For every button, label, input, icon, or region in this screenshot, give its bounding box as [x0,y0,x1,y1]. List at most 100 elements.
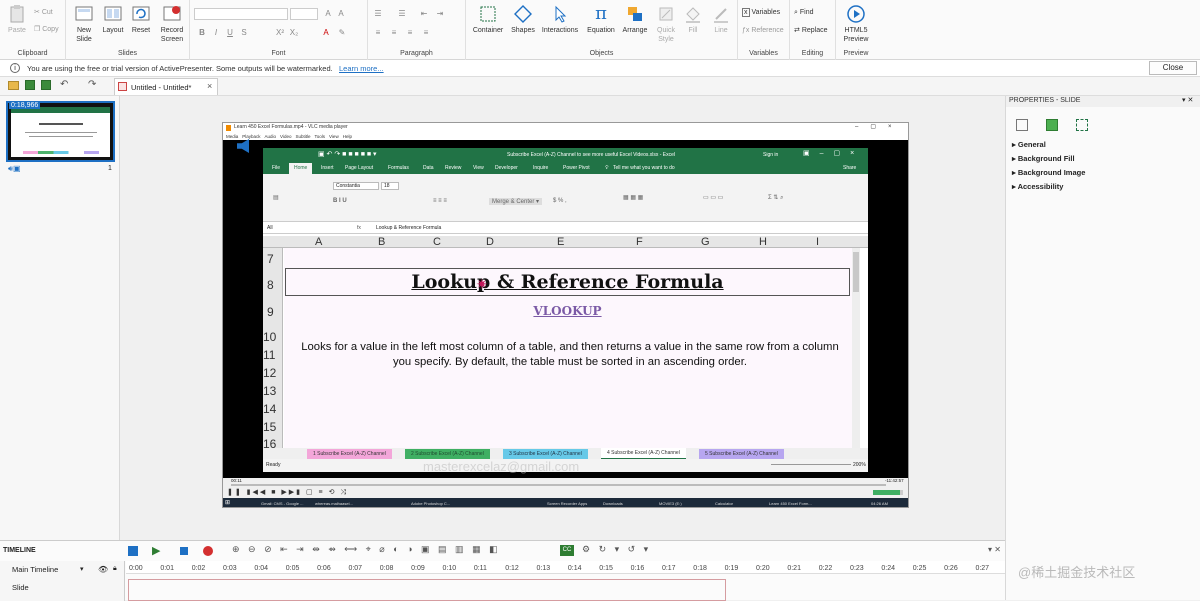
strike-icon[interactable]: S [238,28,250,38]
windows-start-icon[interactable]: ⊞ [225,498,230,507]
vlc-menu-item[interactable]: Media [226,134,238,139]
vlc-menu-item[interactable]: Help [343,134,352,139]
vertical-scrollbar[interactable] [852,248,860,448]
font-size-select[interactable] [290,8,318,20]
layout-button[interactable]: Layout [100,4,126,35]
name-box[interactable]: All [267,225,273,231]
timeline-tools-icons-2[interactable]: ⚙ ↻ ▾ ↺ ▾ [582,544,651,555]
text-color-icon[interactable]: A [320,28,332,38]
stop-icon[interactable] [180,547,188,555]
paste-button[interactable]: Paste [6,4,28,35]
taskbar-item[interactable]: Downloads [603,498,623,507]
align-center-icon[interactable]: ≡ [388,28,400,38]
underline-icon[interactable]: U [224,28,236,38]
timeline-slide-track[interactable] [128,579,726,601]
copy-button[interactable]: ❐ Copy [34,25,59,35]
interactions-button[interactable]: Interactions [538,4,582,35]
sheet-tab[interactable]: 1 Subscribe Excel (A-Z) Channel [307,449,392,459]
properties-section-background-fill[interactable]: ▸ Background Fill [1012,154,1075,163]
excel-tab-view[interactable]: View [473,162,484,174]
italic-icon[interactable]: I [210,28,222,38]
vlc-menu-item[interactable]: Playback [242,134,260,139]
column-header[interactable]: F [636,236,643,248]
save-icon[interactable] [25,80,35,90]
taskbar-item[interactable]: Learn 450 Excel Form... [769,498,812,507]
bold-icon[interactable]: B [196,28,208,38]
row-header[interactable]: 14 [263,402,276,416]
tell-me-box[interactable]: Tell me what you want to do [613,162,675,174]
subscript-icon[interactable]: X₂ [288,28,300,38]
vlc-volume-bar[interactable] [873,490,903,495]
row-header[interactable]: 13 [263,384,276,398]
row-header[interactable]: 12 [263,366,276,380]
cut-button[interactable]: ✂ Cut [34,8,53,18]
equation-button[interactable]: π Equation [584,4,618,35]
excel-font-name-box[interactable]: Constantia [333,182,379,190]
justify-icon[interactable]: ≡ [420,28,432,38]
sign-in-link[interactable]: Sign in [763,152,778,158]
sheet-tab[interactable]: 2 Subscribe Excel (A-Z) Channel [405,449,490,459]
worksheet-grid[interactable]: Lookup & Reference Formula ✷ VLOOKUP Loo… [284,248,860,448]
column-header[interactable]: B [378,236,385,248]
excel-tab-inquire[interactable]: Inquire [533,162,548,174]
open-folder-icon[interactable] [8,81,19,90]
slide[interactable]: Learn 450 Excel Formulas.mp4 - VLC media… [222,122,909,508]
vertical-scroll-thumb[interactable] [853,252,859,292]
record-icon[interactable] [128,546,138,556]
excel-merge-center-icon[interactable]: Merge & Center ▾ [489,198,543,205]
sheet-tab[interactable]: 3 Subscribe Excel (A-Z) Channel [503,449,588,459]
size-properties-icon[interactable] [1076,119,1088,131]
lock-icon[interactable]: 🔒︎ [113,565,117,573]
excel-window-controls-icon[interactable]: ▣–▢× [803,149,864,157]
taskbar-item[interactable]: Screen Recorder Apps [547,498,587,507]
main-timeline-dropdown-icon[interactable]: ▾ [80,565,84,573]
main-timeline-select[interactable]: Main Timeline [12,565,58,574]
visibility-icon[interactable]: 👁︎ [98,565,108,574]
heading-cell[interactable]: Lookup & Reference Formula [285,268,850,296]
record-screen-button[interactable]: Record Screen [156,4,188,44]
row-header[interactable]: 15 [263,420,276,434]
vlc-menu-item[interactable]: Subtitle [295,134,310,139]
excel-cells-icons[interactable]: ▭ ▭ ▭ [703,194,723,201]
html5-preview-button[interactable]: HTML5 Preview [838,4,874,44]
zoom-slider[interactable] [771,464,851,465]
close-tab-icon[interactable]: × [207,81,212,91]
superscript-icon[interactable]: X² [274,28,286,38]
replace-button[interactable]: ⇄ Replace [794,26,828,36]
row-header[interactable]: 9 [267,305,274,319]
excel-align-icons[interactable]: ≡ ≡ ≡ [433,198,447,204]
arrange-button[interactable]: Arrange [618,4,652,35]
row-header[interactable]: 11 [263,348,275,362]
align-right-icon[interactable]: ≡ [404,28,416,38]
taskbar-item[interactable]: Adobe Photoshop C... [411,498,450,507]
excel-tab-page-layout[interactable]: Page Layout [345,162,373,174]
fill-button[interactable]: Fill [680,4,706,35]
quick-style-button[interactable]: Quick Style [652,4,680,44]
shapes-button[interactable]: Shapes [508,4,538,35]
shrink-font-icon[interactable]: A [335,9,347,19]
align-left-icon[interactable]: ≡ [372,28,384,38]
new-slide-button[interactable]: New Slide [70,4,98,44]
row-header[interactable]: 10 [263,330,276,344]
column-header[interactable]: H [759,236,767,248]
taskbar-item[interactable]: Calculator [715,498,733,507]
excel-styles-icons[interactable]: ▦ ▦ ▦ [623,194,643,201]
background-properties-icon[interactable] [1046,119,1058,131]
vlc-seek-bar[interactable] [231,484,886,486]
excel-paste-icon[interactable]: ▤ [273,194,279,201]
slide-properties-icon[interactable] [1016,119,1028,131]
learn-more-link[interactable]: Learn more... [339,64,384,73]
excel-tab-review[interactable]: Review [445,162,461,174]
font-family-select[interactable] [194,8,288,20]
timeline-close-icon[interactable]: ▾ ✕ [988,545,1001,554]
increase-indent-icon[interactable]: ⇥ [434,9,446,19]
row-header[interactable]: 7 [267,252,274,266]
excel-bold-icon[interactable]: B I U [333,198,347,204]
properties-section-accessibility[interactable]: ▸ Accessibility [1012,182,1063,191]
undo-icon[interactable]: ↶ [60,79,68,90]
vlc-menu-item[interactable]: Tools [315,134,326,139]
redo-icon[interactable]: ↷ [88,79,96,90]
excel-tab-data[interactable]: Data [423,162,434,174]
excel-font-size-box[interactable]: 18 [381,182,399,190]
vlc-menu-item[interactable]: Video [280,134,291,139]
